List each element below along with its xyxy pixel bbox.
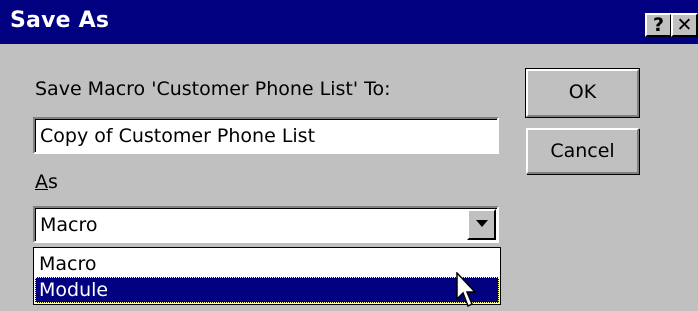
close-icon: ✕ — [676, 14, 693, 36]
mouse-pointer-icon — [456, 272, 477, 308]
close-button[interactable]: ✕ — [671, 13, 698, 37]
type-combobox[interactable]: Macro — [33, 206, 499, 243]
macro-name-input[interactable]: Copy of Customer Phone List — [33, 117, 499, 154]
type-dropdown-list[interactable]: Macro Module — [33, 247, 501, 305]
as-label-rest: s — [48, 171, 58, 193]
dropdown-button[interactable] — [467, 209, 496, 240]
title-bar[interactable]: Save As ? ✕ — [0, 0, 698, 44]
list-item-macro[interactable]: Macro — [35, 251, 499, 277]
type-selected-value: Macro — [40, 214, 98, 236]
list-item-module[interactable]: Module — [35, 277, 499, 303]
macro-name-value: Copy of Customer Phone List — [40, 125, 316, 147]
as-label: As — [35, 170, 58, 194]
save-to-label: Save Macro 'Customer Phone List' To: — [35, 78, 391, 100]
chevron-down-icon — [476, 220, 488, 227]
save-as-dialog: Save As ? ✕ Save Macro 'Customer Phone L… — [0, 0, 698, 311]
help-button[interactable]: ? — [645, 13, 672, 37]
as-label-accelerator: A — [35, 171, 48, 193]
cancel-button[interactable]: Cancel — [526, 128, 639, 174]
window-title: Save As — [10, 8, 110, 33]
ok-button[interactable]: OK — [525, 68, 640, 118]
